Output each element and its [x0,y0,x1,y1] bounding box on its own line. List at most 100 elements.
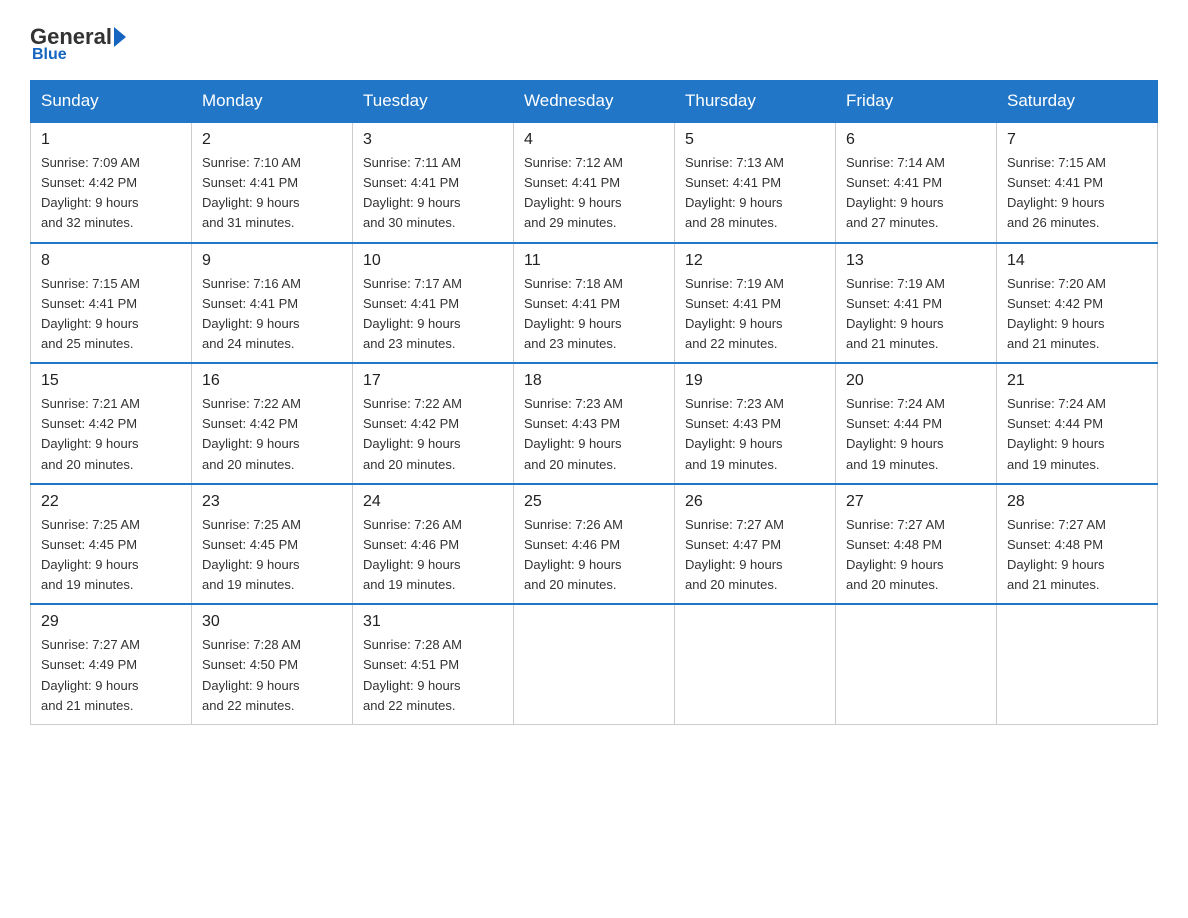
day-number: 12 [685,252,825,270]
day-number: 24 [363,493,503,511]
day-info: Sunrise: 7:23 AMSunset: 4:43 PMDaylight:… [524,396,623,471]
calendar-cell: 14 Sunrise: 7:20 AMSunset: 4:42 PMDaylig… [997,243,1158,364]
day-number: 28 [1007,493,1147,511]
calendar-cell: 23 Sunrise: 7:25 AMSunset: 4:45 PMDaylig… [192,484,353,605]
day-number: 20 [846,372,986,390]
day-info: Sunrise: 7:11 AMSunset: 4:41 PMDaylight:… [363,155,461,230]
calendar-cell [997,604,1158,724]
calendar-cell: 5 Sunrise: 7:13 AMSunset: 4:41 PMDayligh… [675,122,836,243]
day-number: 7 [1007,131,1147,149]
day-info: Sunrise: 7:24 AMSunset: 4:44 PMDaylight:… [1007,396,1106,471]
calendar-cell: 20 Sunrise: 7:24 AMSunset: 4:44 PMDaylig… [836,363,997,484]
day-info: Sunrise: 7:26 AMSunset: 4:46 PMDaylight:… [363,517,462,592]
weekday-header-saturday: Saturday [997,81,1158,123]
day-number: 27 [846,493,986,511]
day-info: Sunrise: 7:24 AMSunset: 4:44 PMDaylight:… [846,396,945,471]
day-number: 25 [524,493,664,511]
calendar-cell: 13 Sunrise: 7:19 AMSunset: 4:41 PMDaylig… [836,243,997,364]
day-number: 6 [846,131,986,149]
calendar-header-row: SundayMondayTuesdayWednesdayThursdayFrid… [31,81,1158,123]
calendar-cell: 21 Sunrise: 7:24 AMSunset: 4:44 PMDaylig… [997,363,1158,484]
calendar-cell: 19 Sunrise: 7:23 AMSunset: 4:43 PMDaylig… [675,363,836,484]
day-info: Sunrise: 7:27 AMSunset: 4:48 PMDaylight:… [846,517,945,592]
day-info: Sunrise: 7:16 AMSunset: 4:41 PMDaylight:… [202,276,301,351]
day-info: Sunrise: 7:13 AMSunset: 4:41 PMDaylight:… [685,155,784,230]
day-number: 18 [524,372,664,390]
day-info: Sunrise: 7:19 AMSunset: 4:41 PMDaylight:… [846,276,945,351]
calendar-cell: 26 Sunrise: 7:27 AMSunset: 4:47 PMDaylig… [675,484,836,605]
day-info: Sunrise: 7:12 AMSunset: 4:41 PMDaylight:… [524,155,623,230]
calendar-cell: 4 Sunrise: 7:12 AMSunset: 4:41 PMDayligh… [514,122,675,243]
day-number: 30 [202,613,342,631]
weekday-header-wednesday: Wednesday [514,81,675,123]
day-info: Sunrise: 7:26 AMSunset: 4:46 PMDaylight:… [524,517,623,592]
day-number: 23 [202,493,342,511]
day-number: 31 [363,613,503,631]
calendar-table: SundayMondayTuesdayWednesdayThursdayFrid… [30,80,1158,725]
day-info: Sunrise: 7:27 AMSunset: 4:47 PMDaylight:… [685,517,784,592]
calendar-cell: 30 Sunrise: 7:28 AMSunset: 4:50 PMDaylig… [192,604,353,724]
day-number: 4 [524,131,664,149]
day-number: 9 [202,252,342,270]
calendar-cell: 8 Sunrise: 7:15 AMSunset: 4:41 PMDayligh… [31,243,192,364]
day-number: 8 [41,252,181,270]
day-number: 2 [202,131,342,149]
day-info: Sunrise: 7:14 AMSunset: 4:41 PMDaylight:… [846,155,945,230]
weekday-header-friday: Friday [836,81,997,123]
day-info: Sunrise: 7:28 AMSunset: 4:51 PMDaylight:… [363,637,462,712]
day-number: 13 [846,252,986,270]
weekday-header-monday: Monday [192,81,353,123]
calendar-week-row: 22 Sunrise: 7:25 AMSunset: 4:45 PMDaylig… [31,484,1158,605]
calendar-cell [675,604,836,724]
logo-blue-text: Blue [32,46,67,64]
day-info: Sunrise: 7:10 AMSunset: 4:41 PMDaylight:… [202,155,301,230]
weekday-header-thursday: Thursday [675,81,836,123]
day-number: 14 [1007,252,1147,270]
day-info: Sunrise: 7:23 AMSunset: 4:43 PMDaylight:… [685,396,784,471]
calendar-cell: 31 Sunrise: 7:28 AMSunset: 4:51 PMDaylig… [353,604,514,724]
day-number: 3 [363,131,503,149]
day-info: Sunrise: 7:09 AMSunset: 4:42 PMDaylight:… [41,155,140,230]
calendar-cell [836,604,997,724]
day-number: 29 [41,613,181,631]
calendar-cell: 28 Sunrise: 7:27 AMSunset: 4:48 PMDaylig… [997,484,1158,605]
logo-arrow-icon [114,27,126,47]
calendar-week-row: 15 Sunrise: 7:21 AMSunset: 4:42 PMDaylig… [31,363,1158,484]
day-info: Sunrise: 7:15 AMSunset: 4:41 PMDaylight:… [41,276,140,351]
day-info: Sunrise: 7:22 AMSunset: 4:42 PMDaylight:… [363,396,462,471]
calendar-cell: 25 Sunrise: 7:26 AMSunset: 4:46 PMDaylig… [514,484,675,605]
day-info: Sunrise: 7:15 AMSunset: 4:41 PMDaylight:… [1007,155,1106,230]
calendar-cell [514,604,675,724]
calendar-cell: 27 Sunrise: 7:27 AMSunset: 4:48 PMDaylig… [836,484,997,605]
weekday-header-sunday: Sunday [31,81,192,123]
page-header: General Blue [30,24,1158,64]
calendar-cell: 3 Sunrise: 7:11 AMSunset: 4:41 PMDayligh… [353,122,514,243]
calendar-week-row: 8 Sunrise: 7:15 AMSunset: 4:41 PMDayligh… [31,243,1158,364]
day-info: Sunrise: 7:17 AMSunset: 4:41 PMDaylight:… [363,276,462,351]
weekday-header-tuesday: Tuesday [353,81,514,123]
day-number: 1 [41,131,181,149]
calendar-cell: 9 Sunrise: 7:16 AMSunset: 4:41 PMDayligh… [192,243,353,364]
calendar-cell: 29 Sunrise: 7:27 AMSunset: 4:49 PMDaylig… [31,604,192,724]
day-number: 26 [685,493,825,511]
day-info: Sunrise: 7:27 AMSunset: 4:49 PMDaylight:… [41,637,140,712]
calendar-cell: 6 Sunrise: 7:14 AMSunset: 4:41 PMDayligh… [836,122,997,243]
day-info: Sunrise: 7:22 AMSunset: 4:42 PMDaylight:… [202,396,301,471]
day-info: Sunrise: 7:18 AMSunset: 4:41 PMDaylight:… [524,276,623,351]
day-number: 19 [685,372,825,390]
day-number: 10 [363,252,503,270]
day-info: Sunrise: 7:25 AMSunset: 4:45 PMDaylight:… [202,517,301,592]
calendar-cell: 1 Sunrise: 7:09 AMSunset: 4:42 PMDayligh… [31,122,192,243]
day-number: 17 [363,372,503,390]
day-number: 16 [202,372,342,390]
day-info: Sunrise: 7:27 AMSunset: 4:48 PMDaylight:… [1007,517,1106,592]
day-number: 5 [685,131,825,149]
day-number: 21 [1007,372,1147,390]
day-number: 11 [524,252,664,270]
day-info: Sunrise: 7:20 AMSunset: 4:42 PMDaylight:… [1007,276,1106,351]
day-number: 22 [41,493,181,511]
day-info: Sunrise: 7:19 AMSunset: 4:41 PMDaylight:… [685,276,784,351]
calendar-cell: 2 Sunrise: 7:10 AMSunset: 4:41 PMDayligh… [192,122,353,243]
logo: General Blue [30,24,128,64]
calendar-week-row: 1 Sunrise: 7:09 AMSunset: 4:42 PMDayligh… [31,122,1158,243]
